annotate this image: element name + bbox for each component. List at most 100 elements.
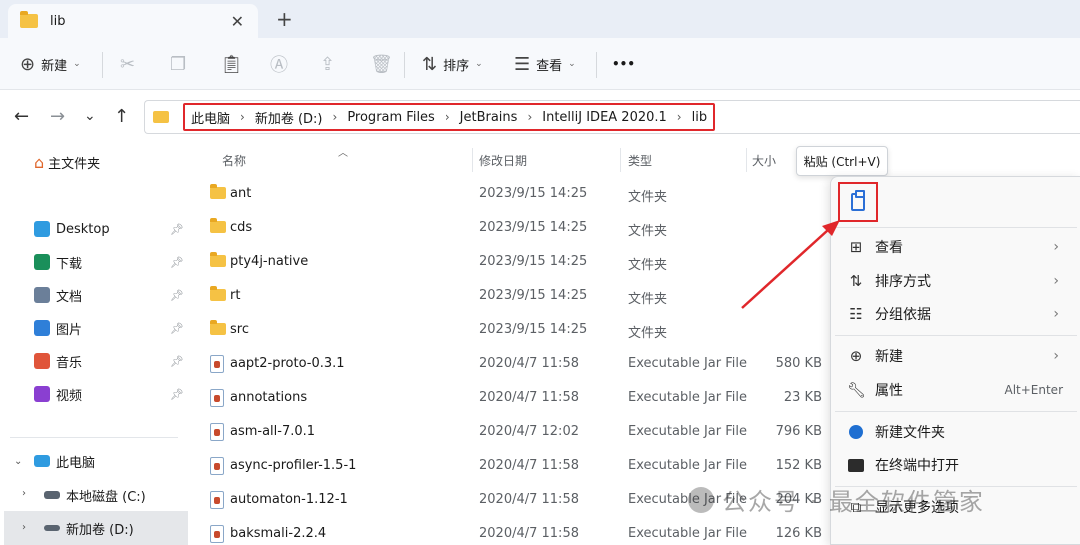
computer-icon <box>34 455 50 467</box>
table-row[interactable]: aapt2-proto-0.3.1 2020/4/7 11:58 Executabl… <box>204 347 824 381</box>
sidebar-item-drive-c[interactable]: 本地磁盘 (C:) <box>44 482 196 508</box>
sidebar-item-drive-d[interactable]: 新加卷 (D:) <box>44 515 196 541</box>
sidebar-item-quick[interactable]: 文档 📌︎ <box>34 282 186 308</box>
table-row[interactable]: rt 2023/9/15 14:25 文件夹 <box>204 279 824 313</box>
pin-icon[interactable]: 📌︎ <box>170 355 184 368</box>
menu-item-open-terminal[interactable]: 在终端中打开 <box>831 449 1080 481</box>
rename-button[interactable]: Ⓐ <box>270 50 294 78</box>
new-button[interactable]: ⊕ 新建 ⌄ <box>20 50 81 78</box>
watermark: 公众号 · 最全软件管家 <box>688 482 985 517</box>
wrench-icon: 🔧︎ <box>847 381 867 399</box>
table-row[interactable]: ant 2023/9/15 14:25 文件夹 <box>204 177 824 211</box>
menu-item-properties[interactable]: 🔧︎ 属性 Alt+Enter <box>831 374 1080 406</box>
table-row[interactable]: async-profiler-1.5-1 2020/4/7 11:58 Execut… <box>204 449 824 483</box>
file-name: ant <box>230 186 252 201</box>
chevron-right-icon[interactable]: › <box>22 522 26 533</box>
sidebar-item-quick[interactable]: 图片 📌︎ <box>34 315 186 341</box>
folder-icon <box>210 252 226 267</box>
column-divider <box>746 148 747 172</box>
menu-item-new-folder[interactable]: 新建文件夹 <box>831 416 1080 448</box>
table-row[interactable]: annotations 2020/4/7 11:58 Executable Jar … <box>204 381 824 415</box>
more-button[interactable]: ••• <box>612 50 635 78</box>
pin-icon[interactable]: 📌︎ <box>170 289 184 302</box>
column-header-date[interactable]: 修改日期 <box>479 152 527 169</box>
copy-button[interactable]: ❐ <box>170 50 192 78</box>
tab-lib[interactable]: lib ✕ <box>8 4 258 38</box>
pin-icon[interactable]: 📌︎ <box>170 388 184 401</box>
breadcrumb-item[interactable]: 此电脑 <box>191 108 230 127</box>
chevron-right-icon[interactable]: › <box>333 110 338 124</box>
sort-icon: ⇅ <box>849 272 863 290</box>
table-row[interactable]: asm-all-7.0.1 2020/4/7 12:02 Executable Ja… <box>204 415 824 449</box>
breadcrumb-item[interactable]: 新加卷 (D:) <box>255 108 323 127</box>
pin-icon[interactable]: 📌︎ <box>170 223 184 236</box>
shortcut-hint: Alt+Enter <box>1004 383 1063 397</box>
plus-circle-icon: ⊕ <box>20 53 36 75</box>
table-row[interactable]: src 2023/9/15 14:25 文件夹 <box>204 313 824 347</box>
sidebar-item-quick[interactable]: Desktop 📌︎ <box>34 216 186 242</box>
sidebar-item-this-pc[interactable]: 此电脑 <box>34 448 186 474</box>
jar-file-icon <box>210 525 224 543</box>
chevron-right-icon: › <box>1053 239 1059 255</box>
copy-icon: ❐ <box>170 53 187 75</box>
table-row[interactable]: cds 2023/9/15 14:25 文件夹 <box>204 211 824 245</box>
toolbar-divider <box>596 52 597 78</box>
sidebar-item-quick[interactable]: 下载 📌︎ <box>34 249 186 275</box>
column-header-name[interactable]: 名称 <box>222 152 246 169</box>
sidebar-item-quick[interactable]: 视频 📌︎ <box>34 381 186 407</box>
new-button-label: 新建 <box>41 58 68 74</box>
view-button[interactable]: ☰ 查看 ⌄ <box>514 50 576 78</box>
sidebar-item-label: Desktop <box>56 221 110 237</box>
pin-icon[interactable]: 📌︎ <box>170 322 184 335</box>
sidebar-divider <box>10 437 178 438</box>
sidebar-item-quick[interactable]: 音乐 📌︎ <box>34 348 186 374</box>
chevron-right-icon: › <box>1053 306 1059 322</box>
chevron-right-icon[interactable]: › <box>527 110 532 124</box>
breadcrumb-item[interactable]: IntelliJ IDEA 2020.1 <box>542 110 667 125</box>
chevron-right-icon[interactable]: › <box>677 110 682 124</box>
chevron-down-icon: ⌄ <box>73 59 81 69</box>
share-button[interactable]: ⇪ <box>320 50 341 78</box>
table-row[interactable]: pty4j-native 2023/9/15 14:25 文件夹 <box>204 245 824 279</box>
menu-item-new[interactable]: ⊕ 新建 › <box>831 340 1080 372</box>
chevron-right-icon[interactable]: › <box>22 488 26 499</box>
file-type: 文件夹 <box>628 224 668 239</box>
sort-button[interactable]: ⇅ 排序 ⌄ <box>422 50 483 78</box>
forward-icon[interactable]: → <box>50 106 65 127</box>
document-icon <box>34 287 50 303</box>
paste-button[interactable]: 📋︎ <box>220 50 249 78</box>
chevron-down-icon[interactable]: ⌄ <box>14 456 22 467</box>
pin-icon[interactable]: 📌︎ <box>170 256 184 269</box>
tab-title: lib <box>50 13 66 29</box>
menu-item-sort[interactable]: ⇅ 排序方式 › <box>831 265 1080 297</box>
back-icon[interactable]: ← <box>14 106 29 127</box>
close-icon[interactable]: ✕ <box>231 12 244 31</box>
chevron-right-icon[interactable]: › <box>445 110 450 124</box>
column-header-type[interactable]: 类型 <box>628 152 652 169</box>
menu-divider <box>835 335 1077 336</box>
table-row[interactable]: baksmali-2.2.4 2020/4/7 11:58 Executable J… <box>204 517 824 545</box>
navigation-pane: ⌂ 主文件夹 Desktop 📌︎ 下载 📌︎ 文档 📌︎ 图片 📌︎ 音乐 📌︎ 视频 📌︎ ⌄ 此… <box>0 144 188 545</box>
menu-divider <box>835 411 1077 412</box>
jar-file-icon <box>210 457 224 475</box>
chevron-right-icon[interactable]: › <box>240 110 245 124</box>
breadcrumb-item[interactable]: lib <box>692 110 707 125</box>
scissors-icon: ✂ <box>120 53 136 75</box>
cut-button[interactable]: ✂ <box>120 50 141 78</box>
address-bar[interactable]: 此电脑 › 新加卷 (D:) › Program Files › JetBrains › Int… <box>144 100 1080 134</box>
jar-file-icon <box>210 423 224 441</box>
sort-button-label: 排序 <box>443 58 470 74</box>
sidebar-item-home[interactable]: ⌂ 主文件夹 <box>34 149 186 175</box>
file-date: 2023/9/15 14:25 <box>479 288 588 303</box>
delete-button[interactable]: 🗑︎ <box>370 50 399 78</box>
paste-menu-button[interactable] <box>838 182 878 222</box>
breadcrumb-item[interactable]: JetBrains <box>460 110 518 125</box>
column-divider <box>472 148 473 172</box>
menu-item-group[interactable]: ☷ 分组依据 › <box>831 298 1080 330</box>
breadcrumb-item[interactable]: Program Files <box>347 110 435 125</box>
recent-locations-icon[interactable]: ⌄ <box>84 108 96 124</box>
up-icon[interactable]: ↑ <box>114 106 129 127</box>
column-header-size[interactable]: 大小 <box>752 152 776 169</box>
menu-item-view[interactable]: ⊞ 查看 › <box>831 231 1080 263</box>
new-tab-button[interactable]: + <box>276 7 293 31</box>
